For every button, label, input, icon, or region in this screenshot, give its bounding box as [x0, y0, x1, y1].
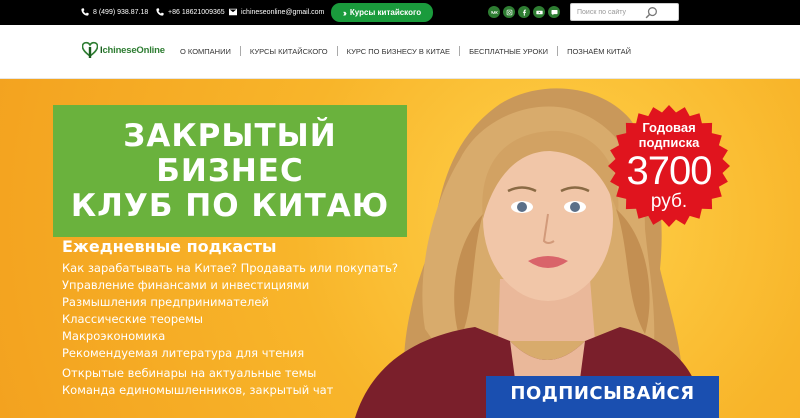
email-contact[interactable]: ichineseonline@gmail.com — [229, 8, 324, 16]
phone-contact[interactable]: 8 (499) 938.87.18 — [81, 8, 148, 16]
nav-item-about[interactable]: О КОМПАНИИ — [180, 47, 231, 56]
envelope-icon — [229, 8, 237, 16]
search-input[interactable] — [571, 4, 655, 20]
phone-contact-china[interactable]: +86 18621009365 — [156, 8, 225, 16]
phone-icon — [156, 8, 164, 16]
logo-mark-icon — [82, 41, 98, 58]
nav-divider — [239, 46, 241, 56]
feature-item: Команда единомышленников, закрытый чат — [62, 383, 334, 397]
nav-item-business-course[interactable]: КУРС ПО БИЗНЕСУ В КИТАЕ — [347, 47, 450, 56]
nav-item-free-lessons[interactable]: БЕСПЛАТНЫЕ УРОКИ — [469, 47, 548, 56]
site-logo[interactable]: IchineseOnline — [82, 41, 165, 59]
courses-cta-label: Курсы китайского — [349, 8, 422, 17]
feature-item: Классические теоремы — [62, 312, 203, 326]
features-heading: Ежедневные подкасты — [62, 237, 277, 256]
price-badge: Годовая подписка 3700 руб. — [607, 104, 731, 228]
main-navigation: IchineseOnline О КОМПАНИИ КУРСЫ КИТАЙСКО… — [0, 25, 800, 79]
hero-title-box: ЗАКРЫТЫЙ БИЗНЕС КЛУБ ПО КИТАЮ — [53, 105, 407, 237]
badge-currency: руб. — [650, 191, 688, 212]
badge-line-1: Годовая — [642, 120, 696, 135]
nav-divider — [459, 46, 461, 56]
hero-title-line: БИЗНЕС — [156, 152, 304, 189]
vk-icon[interactable] — [488, 6, 500, 18]
hero-title-line: КЛУБ ПО КИТАЮ — [70, 187, 390, 224]
feature-item: Как зарабатывать на Китае? Продавать или… — [62, 261, 398, 275]
nav-divider — [557, 46, 559, 56]
feature-item: Управление финансами и инвестициями — [62, 278, 310, 292]
social-links — [488, 6, 560, 18]
features-list: Ежедневные подкасты Как зарабатывать на … — [62, 236, 398, 399]
youtube-icon[interactable] — [533, 6, 545, 18]
hero-title-line: ЗАКРЫТЫЙ — [123, 117, 337, 154]
facebook-icon[interactable] — [518, 6, 530, 18]
nav-menu: О КОМПАНИИ КУРСЫ КИТАЙСКОГО КУРС ПО БИЗН… — [180, 46, 631, 56]
instagram-icon[interactable] — [503, 6, 515, 18]
badge-line-2: подписка — [638, 135, 700, 150]
courses-cta-button[interactable]: ›› Курсы китайского — [331, 3, 433, 22]
feature-item: Открытые вебинары на актуальные темы — [62, 366, 317, 380]
nav-item-discover-china[interactable]: ПОЗНАЁМ КИТАЙ — [567, 47, 631, 56]
nav-divider — [336, 46, 338, 56]
feature-item: Макроэкономика — [62, 329, 166, 343]
email-address: ichineseonline@gmail.com — [241, 8, 325, 16]
phone-number: 8 (499) 938.87.18 — [93, 8, 149, 16]
badge-price: 3700 — [626, 149, 713, 193]
subscribe-label: ПОДПИСЫВАЙСЯ — [510, 383, 695, 404]
phone-number: +86 18621009365 — [168, 8, 225, 16]
nav-item-chinese-courses[interactable]: КУРСЫ КИТАЙСКОГО — [250, 47, 328, 56]
feature-item: Размышления предпринимателей — [62, 295, 269, 309]
subscribe-button[interactable]: ПОДПИСЫВАЙСЯ — [486, 376, 719, 418]
phone-icon — [81, 8, 89, 16]
logo-text: IchineseOnline — [100, 45, 165, 56]
hero-banner: ЗАКРЫТЫЙ БИЗНЕС КЛУБ ПО КИТАЮ Ежедневные… — [0, 79, 800, 418]
logo-name: chineseOnline — [102, 44, 165, 56]
search-box — [570, 3, 679, 21]
top-bar: 8 (499) 938.87.18 +86 18621009365 ichine… — [0, 0, 800, 25]
feature-item: Рекомендуемая литература для чтения — [62, 346, 305, 360]
double-chevron-right-icon: ›› — [342, 7, 347, 18]
search-icon[interactable] — [645, 6, 658, 19]
chat-icon[interactable] — [548, 6, 560, 18]
